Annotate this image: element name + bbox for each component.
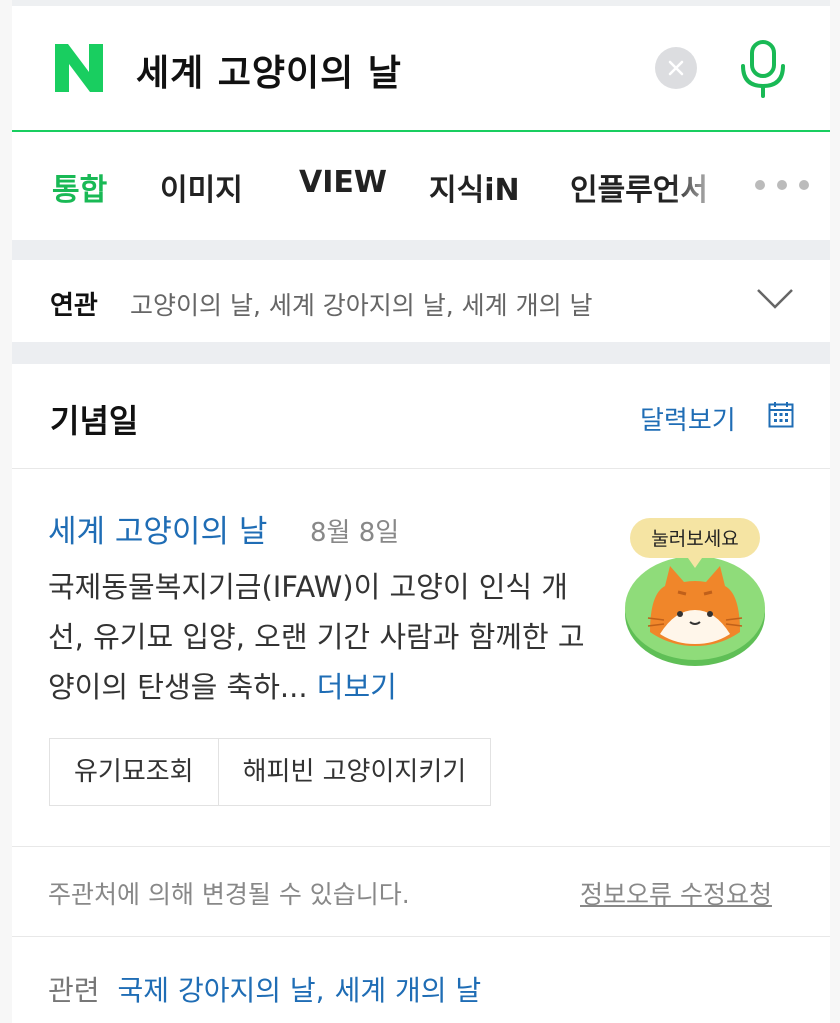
related-link-dog-day-international[interactable]: 국제 강아지의 날 [118,974,316,1007]
page-right-margin [830,0,840,1023]
anniversary-card: 기념일 달력보기 세계 고양이의 날 8월 8일 국제동물복지기금(IFAW)이… [12,364,830,1023]
related-anniversaries: 관련 국제 강아지의 날, 세계 개의 날 [48,969,481,1009]
card-title: 기념일 [50,402,139,440]
related-searches: 연관 고양이의 날, 세계 강아지의 날, 세계 개의 날 [12,260,830,342]
page-left-margin [0,0,12,1023]
search-bar: 세계 고양이의 날 [12,6,830,132]
calendar-icon[interactable] [768,402,794,428]
tab-knowledge-in[interactable]: 지식iN [429,165,520,209]
microphone-icon[interactable] [735,40,791,98]
related-terms[interactable]: 고양이의 날, 세계 강아지의 날, 세계 개의 날 [130,286,593,322]
stray-cat-search-button[interactable]: 유기묘조회 [50,739,218,805]
badge-text: 눌러보세요 [651,528,738,550]
event-name-link[interactable]: 세계 고양이의 날 [48,506,267,551]
divider [12,468,830,469]
related-label: 연관 [50,291,98,321]
search-query[interactable]: 세계 고양이의 날 [136,44,402,96]
calendar-link[interactable]: 달력보기 [640,400,736,437]
tab-fade-overlay [672,152,752,212]
related-label: 관련 [48,974,100,1007]
event-description: 국제동물복지기금(IFAW)이 고양이 인식 개선, 유기묘 입양, 오랜 기간… [48,562,588,712]
tab-images[interactable]: 이미지 [160,165,243,209]
footer-note: 주관처에 의해 변경될 수 있습니다. [48,880,410,909]
cat-badge-icon[interactable]: 눌러보세요 [620,514,770,669]
action-buttons: 유기묘조회 해피빈 고양이지키기 [49,738,492,806]
related-link-dog-day-world[interactable]: 세계 개의 날 [335,974,482,1007]
naver-logo-icon[interactable] [53,42,105,94]
more-tabs-icon[interactable] [752,177,812,193]
divider [12,936,830,937]
section-gap [12,342,830,364]
related-separator: , [315,974,325,1007]
tab-integrated[interactable]: 통합 [52,165,107,209]
happybean-cat-button[interactable]: 해피빈 고양이지키기 [217,739,491,805]
tab-view[interactable]: VIEW [299,165,387,200]
chevron-down-icon[interactable] [756,287,794,311]
divider [12,846,830,847]
report-error-link[interactable]: 정보오류 수정요청 [580,875,772,911]
event-date: 8월 8일 [310,518,400,548]
close-icon [668,60,684,76]
search-tabs: 통합 이미지 VIEW 지식iN 인플루언서 [12,132,830,238]
clear-search-button[interactable] [655,47,697,89]
more-link[interactable]: 더보기 [317,670,397,704]
section-gap [12,240,830,260]
